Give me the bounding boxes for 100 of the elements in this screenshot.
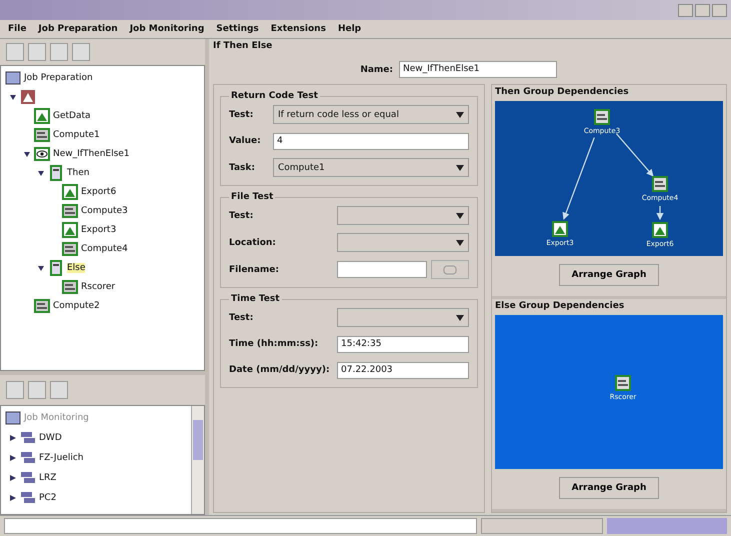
toolbar-button[interactable] [6,43,24,61]
dropdown[interactable] [337,308,469,327]
tree-item[interactable]: Export3 [81,224,116,234]
expander-icon[interactable] [9,434,17,442]
tree-item[interactable]: Compute4 [81,244,128,254]
terminal-icon [34,126,50,142]
toolbar-button[interactable] [72,43,90,61]
section-title: Return Code Test [230,91,319,101]
expander-icon[interactable] [9,92,17,100]
dropdown-arrow-icon [456,314,464,320]
text-field[interactable]: 07.22.2003 [337,362,469,378]
server-icon [20,450,36,466]
terminal-icon [62,278,78,294]
name-field[interactable]: New_IfThenElse1 [399,61,557,78]
field-label: Test: [229,312,254,322]
tree-item[interactable]: Compute1 [53,130,100,140]
toolbar-button[interactable] [50,43,68,61]
field-label: Time (hh:mm:ss): [229,339,320,349]
job-icon [20,88,36,104]
menu-item[interactable]: File [8,24,26,34]
dropdown-arrow-icon [456,212,464,218]
menu-item[interactable]: Extensions [270,24,326,34]
dropdown[interactable] [337,233,469,252]
branch-icon [48,164,64,180]
expander-icon[interactable] [37,264,45,272]
toolbar-button[interactable] [6,381,24,399]
terminal-icon [34,298,50,314]
menu-item[interactable]: Job Monitoring [130,24,204,34]
server-icon [20,430,36,446]
terminal-icon[interactable] [652,176,668,192]
toolbar-button[interactable] [50,381,68,399]
minimize-button[interactable] [678,4,693,16]
dropdown[interactable] [337,206,469,225]
terminal-icon[interactable] [594,109,610,125]
dependency-arrow [656,206,664,220]
text-field[interactable]: 4 [273,132,469,150]
mountain-icon [34,108,50,124]
tree-item[interactable]: Rscorer [81,282,116,292]
tree-item[interactable]: DWD [39,433,62,443]
tree-item[interactable]: PC2 [39,493,56,503]
tree-item[interactable]: Compute2 [53,300,100,310]
mountain-icon[interactable] [652,222,668,238]
menu-item[interactable]: Settings [216,24,259,34]
field-label: Filename: [229,264,280,274]
expander-icon[interactable] [9,494,17,502]
tree-item[interactable]: Compute3 [81,206,128,216]
dropdown-arrow-icon [456,240,464,246]
panel-title: If Then Else [213,41,274,53]
terminal-icon [62,202,78,218]
expander-icon[interactable] [37,168,45,176]
text-field[interactable] [337,261,427,278]
field-label: Value: [229,136,262,146]
tree-item[interactable]: FZ-Juelich [39,453,84,463]
terminal-icon [62,240,78,256]
tree-item[interactable]: New_IfThenElse1 [53,148,130,158]
server-icon [20,490,36,506]
tree-item[interactable]: Export6 [81,186,116,196]
text-field[interactable]: 15:42:35 [337,336,469,352]
tree-item[interactable]: Job Monitoring [24,413,89,423]
branch-icon [48,260,64,276]
mountain-icon [62,184,78,200]
dependency-arrow [616,133,654,177]
tree-item[interactable]: Then [67,168,90,178]
arrange-graph-button[interactable]: Arrange Graph [559,477,659,499]
close-button[interactable] [712,4,727,16]
dropdown[interactable]: If return code less or equal [273,105,469,124]
mountain-icon[interactable] [552,221,568,237]
arrange-graph-button[interactable]: Arrange Graph [559,264,659,286]
eye-icon [34,146,50,162]
panel-title: Else Group Dependencies [495,300,626,312]
menu-item[interactable]: Job Preparation [38,24,118,34]
section-title: Time Test [230,294,281,304]
menu-item[interactable]: Help [338,24,362,34]
field-label: Test: [229,210,254,220]
field-label: Name: [360,64,393,74]
section-title: File Test [230,192,274,202]
field-label: Date (mm/dd/yyyy): [229,365,331,375]
server-icon [20,470,36,486]
mountain-icon [62,222,78,238]
maximize-button[interactable] [695,4,710,16]
tree-item[interactable]: Else [67,262,86,272]
expander-icon[interactable] [23,150,31,158]
field-label: Test: [229,110,254,120]
tree-item[interactable]: Job Preparation [24,72,93,82]
terminal-icon[interactable] [615,374,631,390]
expander-icon[interactable] [9,454,17,462]
folder-icon [443,264,457,274]
dropdown-arrow-icon [456,112,464,118]
toolbar-button[interactable] [28,381,46,399]
expander-icon[interactable] [9,474,17,482]
toolbar-button[interactable] [28,43,46,61]
dropdown-arrow-icon [456,164,464,170]
scrollbar[interactable] [191,406,204,514]
tree-item[interactable]: LRZ [39,473,56,483]
field-label: Task: [229,162,256,172]
dropdown[interactable]: Compute1 [273,158,469,177]
folder-icon [5,70,21,86]
browse-button[interactable] [431,260,469,279]
tree-item[interactable]: GetData [53,110,91,120]
field-label: Location: [229,238,277,248]
